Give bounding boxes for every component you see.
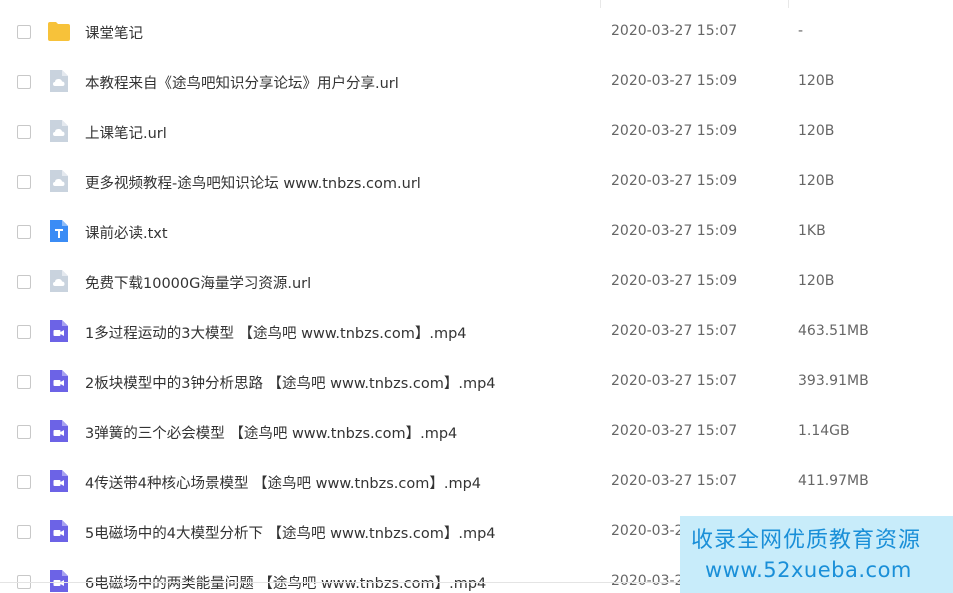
file-size: 120B — [798, 273, 835, 289]
file-name[interactable]: 课堂笔记 — [85, 22, 143, 43]
watermark-text-line1: 收录全网优质教育资源 — [691, 528, 922, 553]
file-size: 120B — [798, 173, 835, 189]
file-modified-date: 2020-03-27 15:09 — [611, 273, 738, 289]
file-size: 393.91MB — [798, 373, 869, 389]
file-modified-date: 2020-03-27 15:07 — [611, 473, 738, 489]
file-name[interactable]: 更多视频教程-途鸟吧知识论坛 www.tnbzs.com.url — [85, 172, 421, 193]
file-size: - — [798, 23, 804, 39]
file-modified-date: 2020-03-27 15:09 — [611, 73, 738, 89]
file-size: 411.97MB — [798, 473, 869, 489]
file-name[interactable]: 本教程来自《途鸟吧知识分享论坛》用户分享.url — [85, 72, 399, 93]
file-name[interactable]: 1多过程运动的3大模型 【途鸟吧 www.tnbzs.com】.mp4 — [85, 322, 467, 343]
video-file-icon — [47, 469, 71, 493]
file-row[interactable]: 课堂笔记 2020-03-27 15:07 - — [0, 7, 953, 57]
file-list: 课堂笔记 2020-03-27 15:07 - 本教程来自《途鸟吧知识分享论坛》用户分… — [0, 7, 953, 593]
file-row[interactable]: 免费下载10000G海量学习资源.url 2020-03-27 15:09 120B — [0, 257, 953, 307]
file-name[interactable]: 5电磁场中的4大模型分析下 【途鸟吧 www.tnbzs.com】.mp4 — [85, 522, 496, 543]
file-name[interactable]: 课前必读.txt — [85, 222, 168, 243]
file-size: 1KB — [798, 223, 826, 239]
row-checkbox[interactable] — [17, 525, 31, 539]
cloud-link-icon — [47, 169, 71, 193]
file-row[interactable]: 4传送带4种核心场景模型 【途鸟吧 www.tnbzs.com】.mp4 2020… — [0, 457, 953, 507]
cloud-link-icon — [47, 119, 71, 143]
file-size: 1.14GB — [798, 423, 850, 439]
video-file-icon — [47, 419, 71, 443]
file-browser: 课堂笔记 2020-03-27 15:07 - 本教程来自《途鸟吧知识分享论坛》用户分… — [0, 0, 953, 593]
row-checkbox[interactable] — [17, 375, 31, 389]
video-file-icon — [47, 519, 71, 543]
file-row[interactable]: 上课笔记.url 2020-03-27 15:09 120B — [0, 107, 953, 157]
file-size: 120B — [798, 123, 835, 139]
row-checkbox[interactable] — [17, 25, 31, 39]
row-checkbox[interactable] — [17, 175, 31, 189]
file-name[interactable]: 4传送带4种核心场景模型 【途鸟吧 www.tnbzs.com】.mp4 — [85, 472, 481, 493]
file-row[interactable]: 1多过程运动的3大模型 【途鸟吧 www.tnbzs.com】.mp4 2020-… — [0, 307, 953, 357]
cloud-link-icon — [47, 269, 71, 293]
file-modified-date: 2020-03-27 15:07 — [611, 23, 738, 39]
file-name[interactable]: 2板块模型中的3钟分析思路 【途鸟吧 www.tnbzs.com】.mp4 — [85, 372, 496, 393]
video-file-icon — [47, 569, 71, 593]
file-modified-date: 2020-03-27 15:09 — [611, 223, 738, 239]
folder-icon — [47, 19, 71, 43]
file-row[interactable]: 2板块模型中的3钟分析思路 【途鸟吧 www.tnbzs.com】.mp4 202… — [0, 357, 953, 407]
row-checkbox[interactable] — [17, 275, 31, 289]
file-name[interactable]: 3弹簧的三个必会模型 【途鸟吧 www.tnbzs.com】.mp4 — [85, 422, 457, 443]
file-size: 120B — [798, 73, 835, 89]
file-row[interactable]: 课前必读.txt 2020-03-27 15:09 1KB — [0, 207, 953, 257]
row-checkbox[interactable] — [17, 75, 31, 89]
video-file-icon — [47, 319, 71, 343]
video-file-icon — [47, 369, 71, 393]
cloud-link-icon — [47, 69, 71, 93]
file-row[interactable]: 更多视频教程-途鸟吧知识论坛 www.tnbzs.com.url 2020-03-… — [0, 157, 953, 207]
file-size: 463.51MB — [798, 323, 869, 339]
row-checkbox[interactable] — [17, 475, 31, 489]
file-name[interactable]: 免费下载10000G海量学习资源.url — [85, 272, 311, 293]
text-file-icon — [47, 219, 71, 243]
file-modified-date: 2020-03-27 15:09 — [611, 173, 738, 189]
file-modified-date: 2020-03-27 15:07 — [611, 373, 738, 389]
file-name[interactable]: 上课笔记.url — [85, 122, 167, 143]
file-modified-date: 2020-03-27 15:07 — [611, 423, 738, 439]
row-checkbox[interactable] — [17, 325, 31, 339]
row-checkbox[interactable] — [17, 125, 31, 139]
file-modified-date: 2020-03-27 15:07 — [611, 323, 738, 339]
file-row[interactable]: 本教程来自《途鸟吧知识分享论坛》用户分享.url 2020-03-27 15:09… — [0, 57, 953, 107]
row-checkbox[interactable] — [17, 425, 31, 439]
row-checkbox[interactable] — [17, 225, 31, 239]
file-row[interactable]: 3弹簧的三个必会模型 【途鸟吧 www.tnbzs.com】.mp4 2020-0… — [0, 407, 953, 457]
file-modified-date: 2020-03-27 15:09 — [611, 123, 738, 139]
watermark-text-line2: www.52xueba.com — [705, 558, 912, 582]
